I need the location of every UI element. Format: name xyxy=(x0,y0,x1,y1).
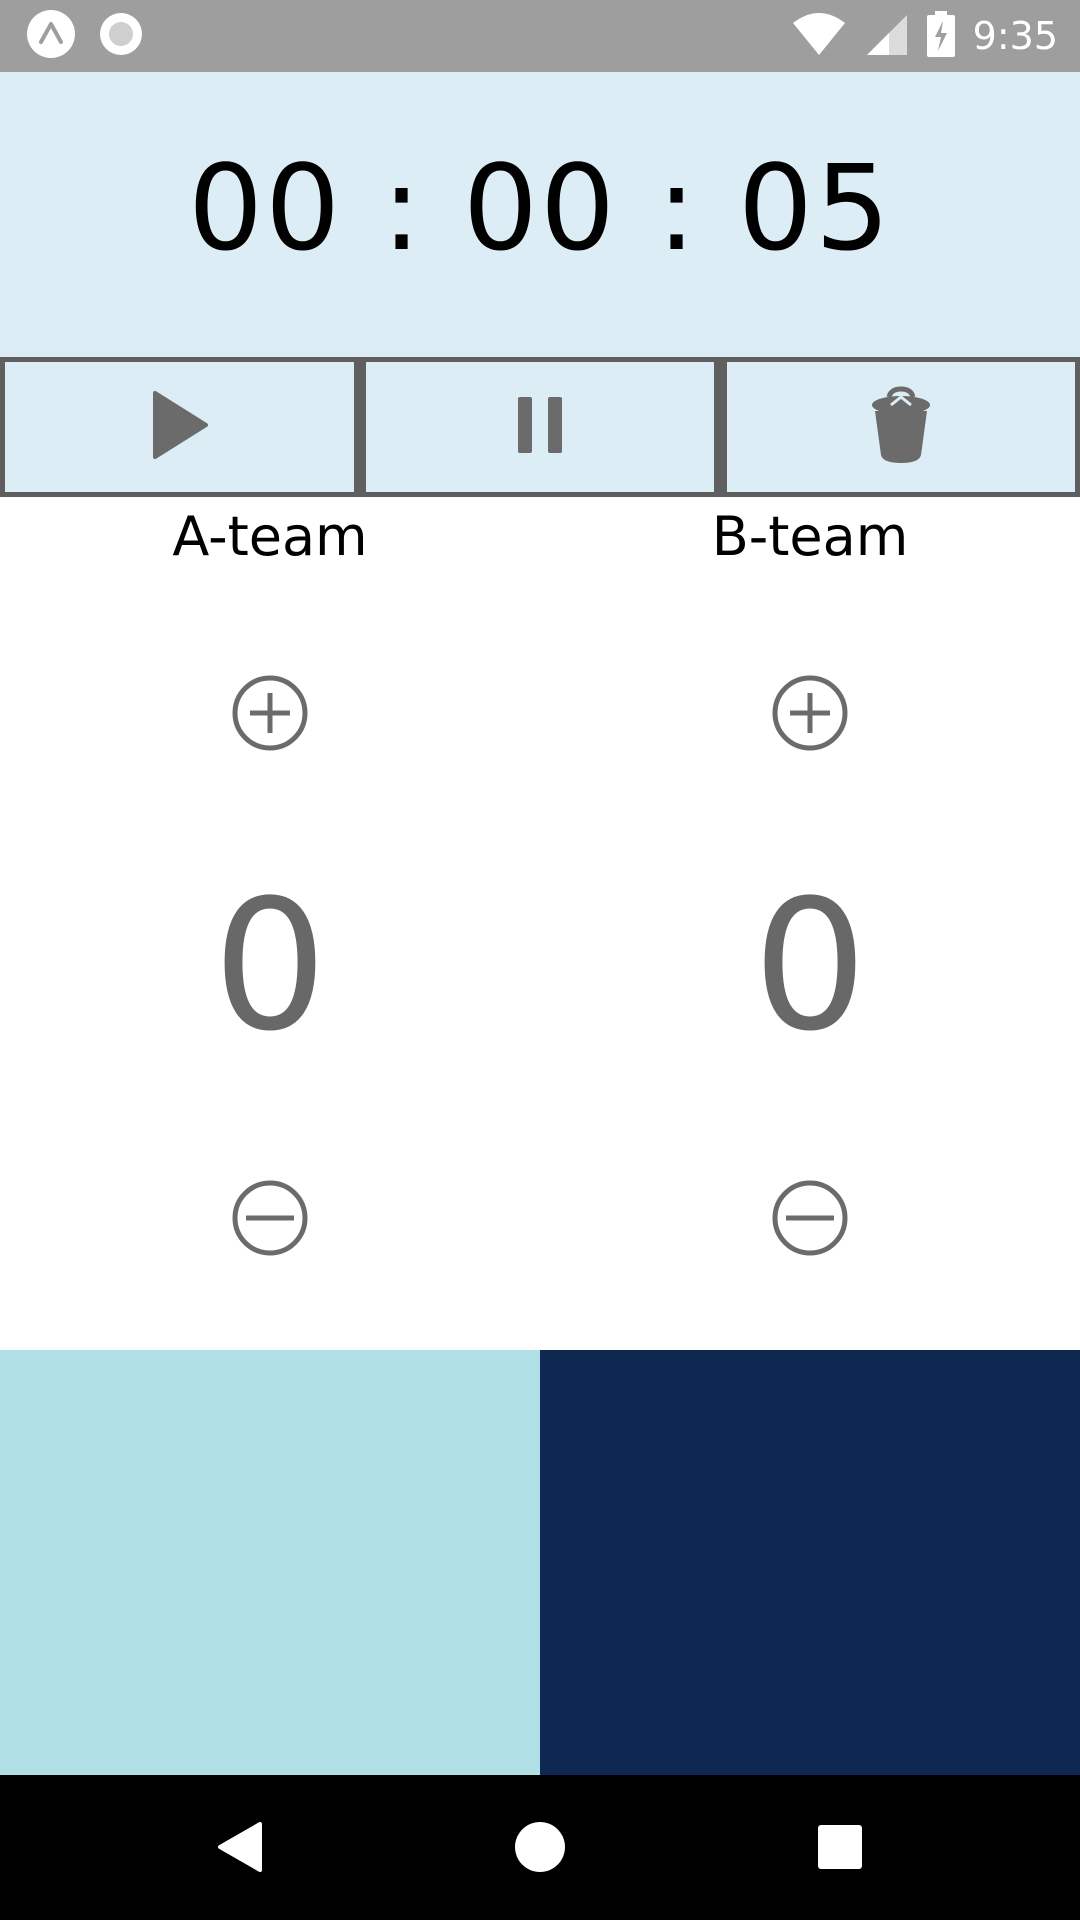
team-b-score: 0 xyxy=(752,862,868,1071)
wifi-icon xyxy=(791,11,847,62)
home-button[interactable] xyxy=(505,1812,575,1882)
back-button[interactable] xyxy=(205,1812,275,1882)
minus-circle-icon xyxy=(230,1180,310,1262)
team-b-column: B-team 0 xyxy=(540,497,1080,1350)
recent-apps-icon xyxy=(805,1825,875,1886)
pause-button[interactable] xyxy=(366,362,714,492)
home-icon xyxy=(505,1822,575,1886)
team-b-color-panel[interactable] xyxy=(540,1350,1080,1775)
recent-apps-button[interactable] xyxy=(805,1812,875,1882)
team-a-score: 0 xyxy=(212,862,328,1071)
back-icon xyxy=(205,1822,275,1886)
timer-display: 00 : 00 : 05 xyxy=(188,138,892,277)
timer-controls xyxy=(0,357,1080,497)
app-launcher-icon xyxy=(26,9,76,64)
timer-panel: 00 : 00 : 05 xyxy=(0,72,1080,357)
team-b-increment-button[interactable] xyxy=(770,673,850,753)
team-a-column: A-team 0 xyxy=(0,497,540,1350)
play-button[interactable] xyxy=(5,362,354,492)
navigation-bar xyxy=(0,1775,1080,1920)
status-bar-right: 9:35 xyxy=(791,10,1058,62)
minus-circle-icon xyxy=(770,1180,850,1262)
plus-circle-icon xyxy=(770,675,850,757)
cell-signal-icon xyxy=(865,11,909,62)
record-icon xyxy=(98,11,144,62)
team-b-name: B-team xyxy=(711,505,909,568)
team-a-decrement-button[interactable] xyxy=(230,1178,310,1258)
team-a-increment-button[interactable] xyxy=(230,673,310,753)
team-b-decrement-button[interactable] xyxy=(770,1178,850,1258)
status-time: 9:35 xyxy=(972,14,1058,58)
trash-icon xyxy=(869,385,933,470)
status-bar-left xyxy=(26,9,144,64)
status-bar: 9:35 xyxy=(0,0,1080,72)
plus-circle-icon xyxy=(230,675,310,757)
battery-charging-icon xyxy=(926,10,955,62)
pause-icon xyxy=(515,395,565,460)
reset-button[interactable] xyxy=(727,362,1075,492)
team-a-color-panel[interactable] xyxy=(0,1350,540,1775)
team-a-name: A-team xyxy=(172,505,368,568)
play-icon xyxy=(150,389,210,466)
